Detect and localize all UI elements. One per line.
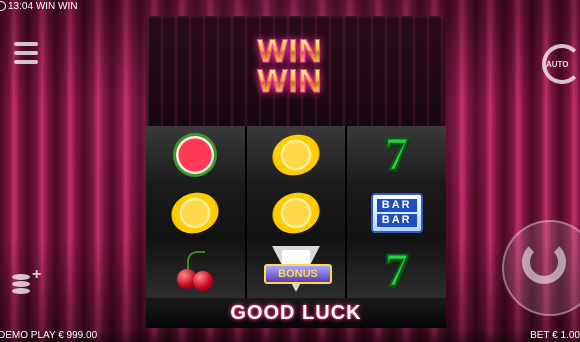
reel-2-cell-3: BONUS [247, 242, 346, 300]
reel-2-cell-1 [247, 126, 346, 184]
bet-settings-button[interactable]: + [10, 266, 50, 304]
reel-1 [146, 126, 245, 300]
game-title: WIN WIN [35, 1, 78, 12]
reels: BONUS 7 BAR BAR 7 [146, 126, 447, 300]
logo-line-1: WIN [220, 35, 360, 68]
spin-arrow-icon [522, 240, 566, 284]
reel-3-cell-1: 7 [347, 126, 446, 184]
reel-2: BONUS [246, 126, 346, 300]
clock: 13:04 WIN WIN [0, 0, 77, 13]
bar-label-bottom: BAR [376, 214, 417, 227]
menu-icon [14, 42, 38, 46]
lemon-icon [166, 186, 225, 240]
reel-3: 7 BAR BAR 7 [347, 126, 447, 300]
reel-2-cell-2 [247, 184, 346, 242]
reel-1-cell-2 [146, 184, 245, 242]
bonus-label: BONUS [264, 264, 332, 284]
bar-icon: BAR BAR [370, 193, 423, 233]
reel-1-cell-3 [146, 242, 245, 300]
menu-button[interactable] [14, 42, 38, 64]
reel-3-cell-2: BAR BAR [347, 184, 446, 242]
lemon-icon [266, 186, 326, 240]
message-text: GOOD LUCK [230, 301, 362, 324]
lemon-icon [266, 128, 326, 182]
reel-1-cell-1 [146, 126, 245, 184]
bar-label-top: BAR [376, 199, 417, 212]
balance-display: DEMO PLAY € 999.00 [0, 330, 98, 341]
cherry-icon [173, 249, 217, 293]
game-logo: WIN WIN [220, 35, 360, 98]
autoplay-button[interactable]: AUTO [540, 44, 580, 88]
logo-line-2: WIN [220, 65, 360, 98]
seven-icon: 7 [384, 128, 410, 181]
coin-stack-icon [12, 274, 30, 280]
message-bar: GOOD LUCK [146, 298, 446, 328]
status-bar: 13:04 WIN WIN [0, 0, 580, 13]
reel-3-cell-3: 7 [347, 242, 446, 300]
bet-display[interactable]: BET € 1.00 [530, 329, 580, 342]
clock-icon [0, 1, 6, 12]
bonus-icon: BONUS [260, 244, 332, 298]
seven-icon: 7 [384, 244, 410, 297]
plus-icon: + [32, 266, 42, 283]
bottom-bar: DEMO PLAY € 999.00 BET € 1.00 [0, 329, 580, 342]
spin-button[interactable] [502, 220, 580, 320]
clock-time: 13:04 [8, 1, 34, 12]
watermelon-icon [173, 133, 218, 177]
autoplay-label: AUTO [546, 60, 569, 69]
